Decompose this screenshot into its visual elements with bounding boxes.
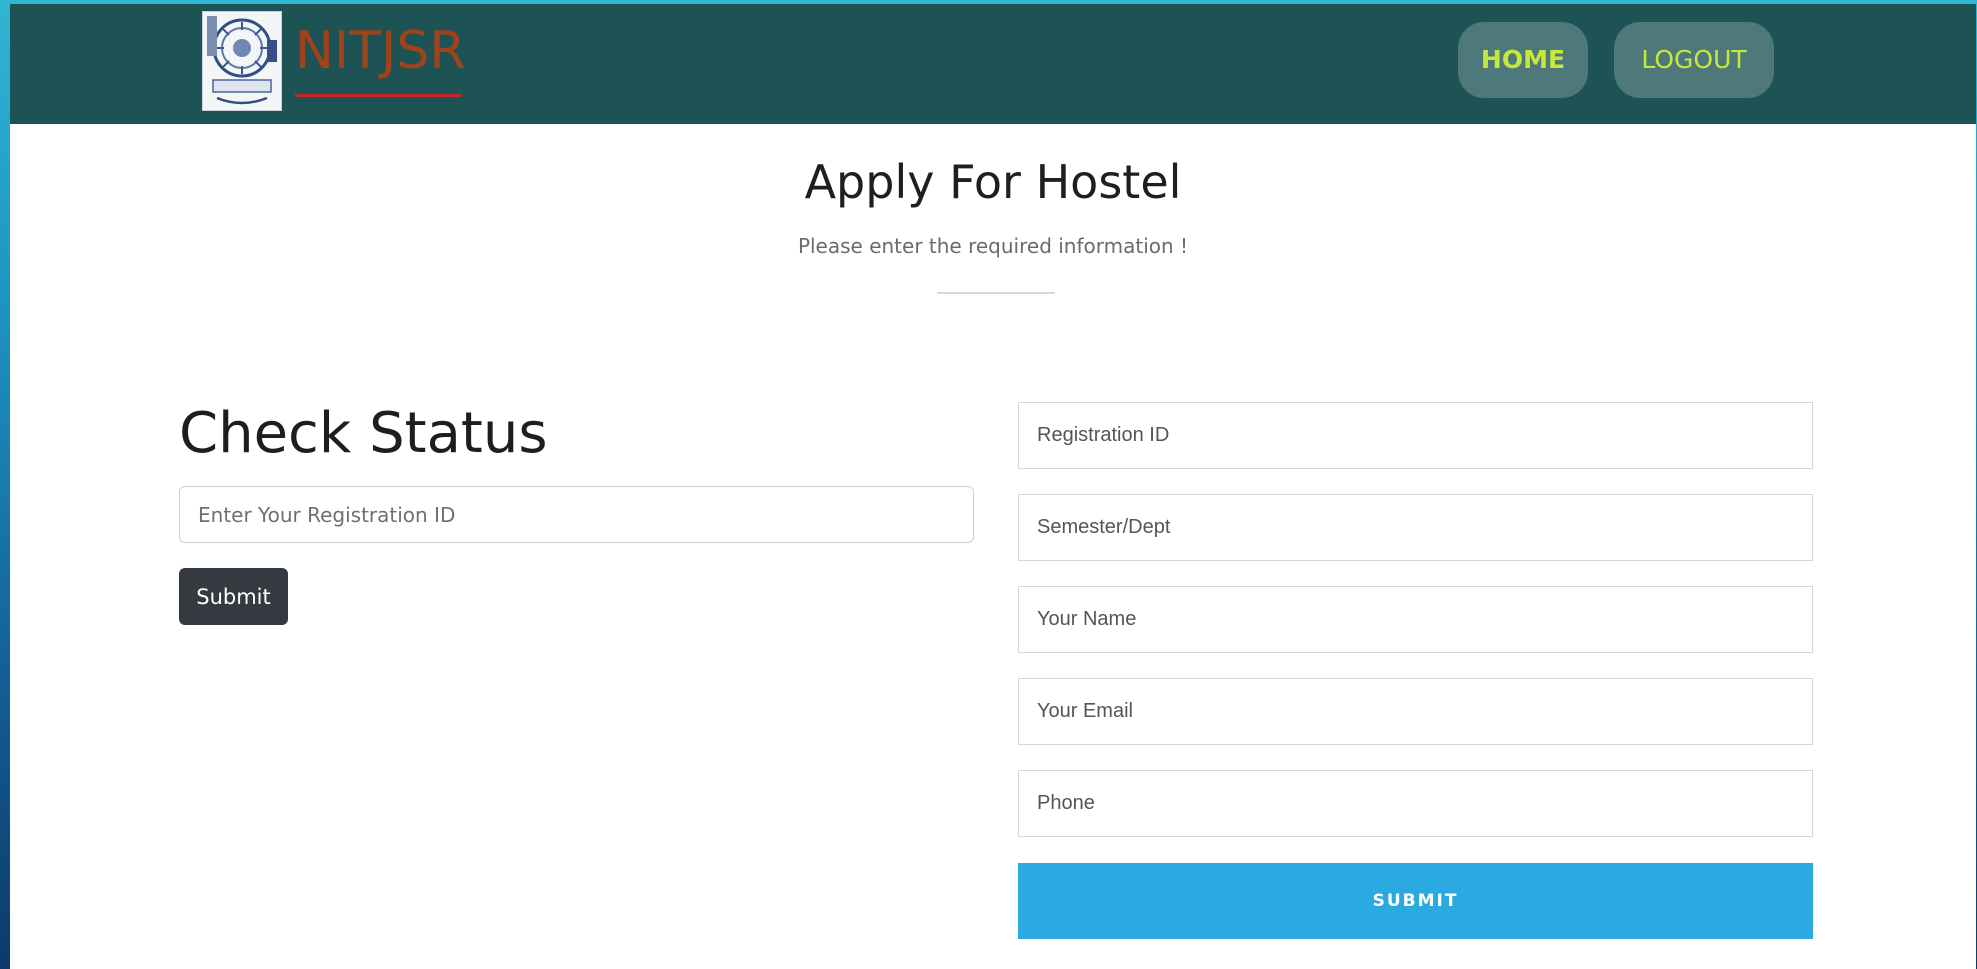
nav-logout-button[interactable]: LOGOUT xyxy=(1614,22,1774,98)
email-field[interactable] xyxy=(1018,678,1813,745)
page: NITJSR HOME LOGOUT Apply For Hostel Plea… xyxy=(10,0,1976,969)
navbar: NITJSR HOME LOGOUT xyxy=(10,4,1976,124)
status-registration-id-input[interactable] xyxy=(179,486,974,543)
phone-field[interactable] xyxy=(1018,770,1813,837)
name-field[interactable] xyxy=(1018,586,1813,653)
page-subtitle: Please enter the required information ! xyxy=(797,234,1189,258)
institute-emblem-icon xyxy=(202,11,282,111)
page-title: Apply For Hostel xyxy=(804,155,1182,209)
status-submit-button[interactable]: Submit xyxy=(179,568,288,625)
application-submit-button[interactable]: SUBMIT xyxy=(1018,863,1813,939)
title-divider xyxy=(937,292,1055,294)
brand-logo[interactable]: NITJSR xyxy=(202,11,472,115)
brand-underline xyxy=(295,94,461,97)
nav-home-button[interactable]: HOME xyxy=(1458,22,1588,98)
check-status-title: Check Status xyxy=(179,401,548,466)
registration-id-field[interactable] xyxy=(1018,402,1813,469)
semester-dept-field[interactable] xyxy=(1018,494,1813,561)
brand-name: NITJSR xyxy=(295,21,466,81)
